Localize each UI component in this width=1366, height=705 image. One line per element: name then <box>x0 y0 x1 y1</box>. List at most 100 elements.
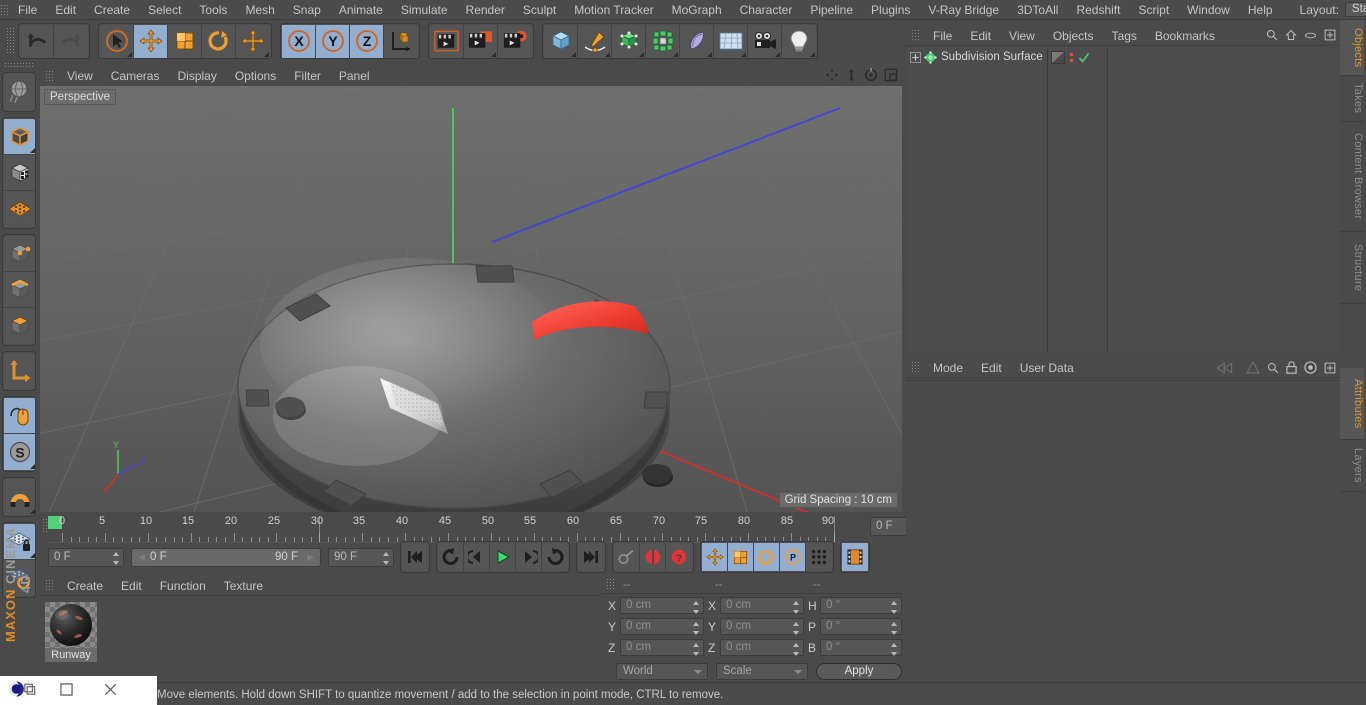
add-scene-object-button[interactable] <box>714 24 748 58</box>
search-icon[interactable] <box>1266 29 1278 41</box>
lock-y-axis[interactable]: Y <box>316 24 350 58</box>
autokeying-button[interactable] <box>614 543 640 571</box>
coord-pos-z-input[interactable]: 0 cm <box>620 639 704 656</box>
menu-item-render[interactable]: Render <box>457 0 514 20</box>
keyframe-selection-button[interactable]: ? <box>666 543 692 571</box>
step-back-button[interactable] <box>464 543 490 571</box>
menu-item-tools[interactable]: Tools <box>190 0 236 20</box>
menu-item-character[interactable]: Character <box>731 0 802 20</box>
render-settings-button[interactable] <box>498 24 532 58</box>
points-mode-button[interactable] <box>4 236 35 272</box>
tab-structure[interactable]: Structure <box>1340 232 1364 304</box>
apply-button[interactable]: Apply <box>816 663 902 680</box>
menu-item-mesh[interactable]: Mesh <box>236 0 283 20</box>
stepper-icon[interactable] <box>693 601 700 614</box>
viewport-grip-icon[interactable] <box>45 69 54 83</box>
link-icon[interactable] <box>1304 31 1317 40</box>
step-forward-button[interactable] <box>516 543 542 571</box>
play-forward-loop-button[interactable] <box>542 543 568 571</box>
phong-tag-icon[interactable] <box>1051 50 1065 64</box>
dynamic-place-tool[interactable] <box>236 24 270 58</box>
coord-pos-y-input[interactable]: 0 cm <box>620 618 704 635</box>
material-menu-texture[interactable]: Texture <box>215 576 272 596</box>
toolbar-grip-icon[interactable] <box>6 27 15 55</box>
tab-takes[interactable]: Takes <box>1340 76 1364 122</box>
add-cube-button[interactable] <box>544 24 578 58</box>
model-mode-button[interactable] <box>4 119 35 155</box>
move-tool[interactable] <box>134 24 168 58</box>
timeline-view-button[interactable] <box>842 543 868 571</box>
viewport-menu-filter[interactable]: Filter <box>285 66 330 86</box>
object-manager-grip-icon[interactable] <box>911 29 920 42</box>
object-manager-tree[interactable]: Subdivision Surface <box>906 48 1340 352</box>
coord-size-z-input[interactable]: 0 cm <box>720 639 804 656</box>
viewport-menu-display[interactable]: Display <box>168 66 225 86</box>
enable-axis-modification-button[interactable] <box>4 353 35 389</box>
target-icon[interactable] <box>1304 361 1317 374</box>
object-menu-view[interactable]: View <box>1000 26 1044 46</box>
maximize-view-icon[interactable] <box>884 68 898 82</box>
tab-content-browser[interactable]: Content Browser <box>1340 122 1364 232</box>
tab-objects[interactable]: Objects <box>1340 20 1364 76</box>
stepper-icon[interactable] <box>793 643 800 656</box>
current-frame-input[interactable]: 0 F <box>48 547 124 567</box>
plus-icon[interactable] <box>1324 29 1336 41</box>
timeline-range-bar[interactable]: ◀ 0 F 90 F ▶ <box>131 547 321 567</box>
stepper-icon[interactable] <box>693 622 700 635</box>
stepper-icon[interactable] <box>113 551 120 565</box>
edges-mode-button[interactable] <box>4 272 35 308</box>
object-menu-tags[interactable]: Tags <box>1103 26 1146 46</box>
object-row-subdivision-surface[interactable]: Subdivision Surface <box>906 48 1047 66</box>
scale-tool[interactable] <box>168 24 202 58</box>
material-menu-function[interactable]: Function <box>151 576 215 596</box>
object-extra-column[interactable] <box>1108 48 1340 352</box>
play-backwards-loop-button[interactable] <box>438 543 464 571</box>
object-tree-column[interactable]: Subdivision Surface <box>906 48 1048 352</box>
material-menu-edit[interactable]: Edit <box>112 576 151 596</box>
redo-button[interactable] <box>54 24 88 58</box>
rotation-key-button[interactable] <box>754 543 780 571</box>
rotate-view-icon[interactable] <box>864 68 878 82</box>
add-deformer-button[interactable] <box>680 24 714 58</box>
object-menu-bookmarks[interactable]: Bookmarks <box>1146 26 1224 46</box>
coord-size-x-input[interactable]: 0 cm <box>720 597 804 614</box>
object-tags-column[interactable] <box>1048 48 1108 352</box>
restore-window-button[interactable] <box>44 682 88 699</box>
attributes-menu-edit[interactable]: Edit <box>972 358 1011 378</box>
menu-item-vray-bridge[interactable]: V-Ray Bridge <box>919 0 1008 20</box>
coord-pos-x-input[interactable]: 0 cm <box>620 597 704 614</box>
position-key-button[interactable] <box>702 543 728 571</box>
pla-key-button[interactable]: P <box>780 543 806 571</box>
viewport-menu-view[interactable]: View <box>58 66 102 86</box>
menu-item-plugins[interactable]: Plugins <box>862 0 919 20</box>
coordinate-system-dropdown[interactable]: World <box>616 663 708 680</box>
scale-key-button[interactable] <box>728 543 754 571</box>
add-light-button[interactable] <box>782 24 816 58</box>
coord-rot-h-input[interactable]: 0 ° <box>820 597 902 614</box>
range-left-arrow-icon[interactable]: ◀ <box>138 549 145 566</box>
make-editable-button[interactable] <box>4 74 35 110</box>
attributes-manager-body[interactable] <box>906 380 1340 676</box>
viewport-menu-panel[interactable]: Panel <box>330 66 379 86</box>
coordinates-grip-icon[interactable] <box>606 578 615 591</box>
menu-item-script[interactable]: Script <box>1129 0 1178 20</box>
lock-z-axis[interactable]: Z <box>350 24 384 58</box>
max-frame-input[interactable]: 90 F <box>328 547 394 567</box>
texture-mode-button[interactable] <box>4 155 35 191</box>
lock-x-axis[interactable]: X <box>282 24 316 58</box>
menu-item-redshift[interactable]: Redshift <box>1067 0 1129 20</box>
menu-item-create[interactable]: Create <box>85 0 139 20</box>
stepper-icon[interactable] <box>891 622 898 635</box>
go-to-end-button[interactable] <box>578 543 604 571</box>
menu-item-snap[interactable]: Snap <box>284 0 330 20</box>
pan-view-icon[interactable] <box>825 68 839 82</box>
viewport-3d-canvas[interactable]: Perspective Grid Spacing : 10 cm Y Z X <box>40 86 902 512</box>
stepper-icon[interactable] <box>793 601 800 614</box>
world-object-coord[interactable] <box>384 24 418 58</box>
object-menu-edit[interactable]: Edit <box>961 26 1000 46</box>
material-manager-grip-icon[interactable] <box>45 579 54 592</box>
play-button[interactable] <box>490 543 516 571</box>
menu-item-help[interactable]: Help <box>1239 0 1282 20</box>
menu-item-mograph[interactable]: MoGraph <box>663 0 731 20</box>
add-camera-button[interactable] <box>748 24 782 58</box>
